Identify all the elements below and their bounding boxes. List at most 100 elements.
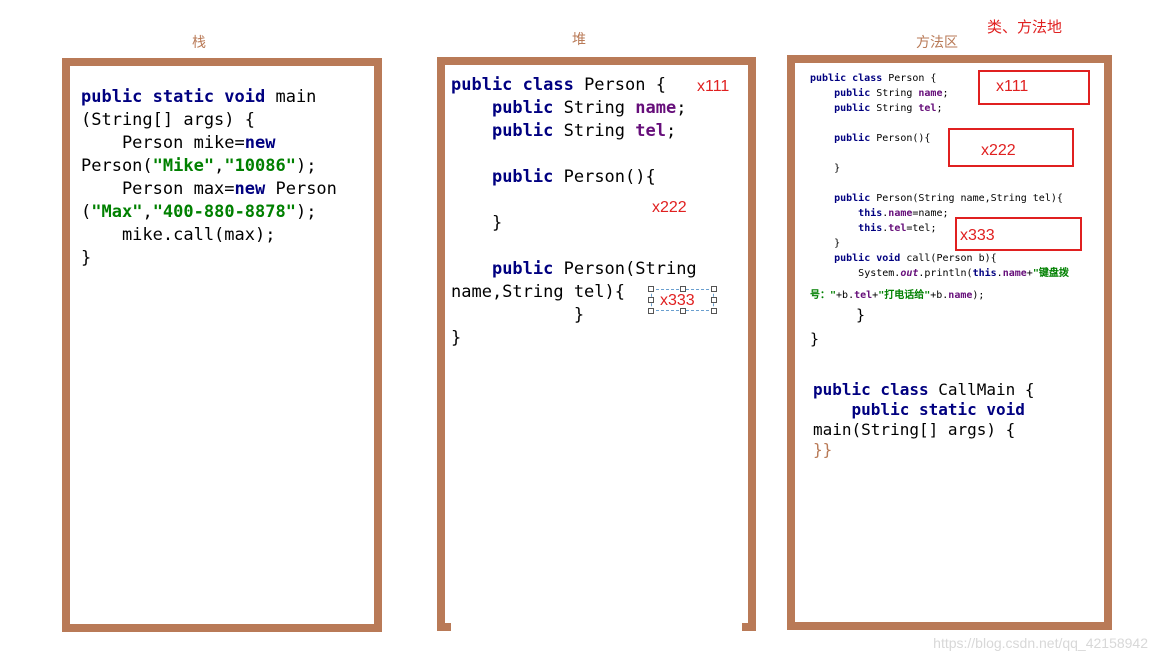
- method-line-8-keyword: this: [858, 223, 883, 234]
- method-line-5: }: [810, 163, 841, 174]
- heap-line-9: }: [451, 328, 462, 348]
- callmain-line-3: main(String[] args) {: [813, 420, 1016, 439]
- method-line-11-keyword: this: [972, 268, 997, 279]
- method-line-10-keyword: public void: [834, 253, 901, 264]
- heap-line-7: name,String tel){: [451, 282, 625, 302]
- method-line-12-string-1: 号：": [810, 290, 837, 301]
- handle-ml: [648, 297, 654, 303]
- handle-mr: [711, 297, 717, 303]
- stack-label: 栈: [192, 35, 206, 51]
- heap-line-3-type: String: [553, 121, 636, 141]
- method-line-7-keyword: this: [858, 208, 883, 219]
- heap-box-bottom-left: [437, 623, 451, 631]
- heap-label: 堆: [572, 32, 586, 48]
- stack-line-3: Person mike=: [81, 133, 245, 153]
- heap-line-6-keyword: public: [491, 259, 554, 279]
- heap-line-2-type: String: [553, 98, 636, 118]
- callmain-line-1-keyword: public class: [813, 380, 929, 399]
- stack-line-6-end: );: [295, 202, 317, 222]
- stack-line-4-string-1: "Mike": [152, 156, 215, 176]
- stack-line-5: Person max=: [81, 179, 235, 199]
- method-line-11: System.: [858, 268, 901, 279]
- callmain-code: public class CallMain { public static vo…: [813, 380, 1035, 460]
- stack-line-3-keyword: new: [244, 133, 276, 153]
- method-x111-tag: x111: [996, 78, 1029, 95]
- stack-line-5-keyword: new: [234, 179, 266, 199]
- method-line-11-out: out: [900, 268, 919, 279]
- method-line-2-keyword: public: [834, 88, 871, 99]
- heap-line-2-keyword: public: [491, 98, 554, 118]
- method-line-2-field: name: [918, 88, 943, 99]
- heap-line-4: Person(){: [553, 167, 656, 187]
- stack-line-6-string-2: "400-880-8878": [152, 202, 296, 222]
- method-area-label: 方法区: [916, 35, 958, 51]
- method-line-12-string-2: "打电话给": [878, 290, 931, 301]
- stack-line-2: (String[] args) {: [81, 110, 255, 130]
- method-line-8-field: tel: [888, 223, 907, 234]
- method-line-7-field: name: [888, 208, 913, 219]
- callmain-line-4: }}: [813, 440, 833, 459]
- handle-br: [711, 308, 717, 314]
- method-line-4: Person(){: [870, 133, 931, 144]
- heap-line-8: }: [451, 305, 585, 325]
- callmain-line-1: CallMain {: [928, 380, 1035, 399]
- stack-line-5-rest: Person: [265, 179, 337, 199]
- heap-line-3-end: ;: [665, 121, 677, 141]
- handle-bl: [648, 308, 654, 314]
- method-line-12-end: );: [972, 290, 985, 301]
- watermark: https://blog.csdn.net/qq_42158942: [933, 635, 1148, 651]
- heap-line-3-field: tel: [635, 121, 666, 141]
- stack-code: public static void main (String[] args) …: [81, 86, 337, 270]
- heap-line-1: Person {: [573, 75, 666, 95]
- method-line-7: =name;: [912, 208, 949, 219]
- stack-line-4-comma: ,: [214, 156, 225, 176]
- stack-line-7: mike.call(max);: [81, 225, 276, 245]
- method-line-4-keyword: public: [834, 133, 871, 144]
- method-area-code-2: 号："+b.tel+"打电话给"+b.name);: [810, 288, 984, 303]
- stack-line-1: main: [265, 87, 317, 107]
- heap-line-3-keyword: public: [491, 121, 554, 141]
- heap-line-2-field: name: [635, 98, 677, 118]
- method-line-12-field-2: name: [948, 290, 973, 301]
- handle-tl: [648, 286, 654, 292]
- callmain-line-2-keyword: public static void: [851, 400, 1025, 419]
- method-x333-tag: x333: [960, 227, 995, 244]
- method-line-11-string: "键盘拨: [1032, 268, 1069, 279]
- method-line-6: Person(String name,String tel){: [870, 193, 1063, 204]
- method-line-11-println: .println(: [918, 268, 973, 279]
- method-x111-box: [978, 70, 1090, 105]
- method-line-3-end: ;: [936, 103, 943, 114]
- method-line-2-end: ;: [942, 88, 949, 99]
- method-line-2-type: String: [870, 88, 919, 99]
- method-line-12-b2: +b.: [930, 290, 949, 301]
- method-line-12-b: +b.: [836, 290, 855, 301]
- method-line-6-keyword: public: [834, 193, 871, 204]
- method-line-11-field: name: [1002, 268, 1027, 279]
- method-line-1: Person {: [882, 73, 937, 84]
- stack-line-4-string-2: "10086": [224, 156, 296, 176]
- method-line-10: call(Person b){: [900, 253, 997, 264]
- method-line-12-field: tel: [854, 290, 873, 301]
- stack-line-6-string-1: "Max": [91, 202, 143, 222]
- method-line-1-keyword: public class: [810, 73, 883, 84]
- stack-line-4-end: );: [295, 156, 317, 176]
- method-line-14: }: [810, 330, 820, 348]
- method-line-3-type: String: [870, 103, 919, 114]
- stack-line-1-keyword: public static void: [81, 87, 266, 107]
- method-line-13: }: [856, 306, 866, 324]
- method-line-3-keyword: public: [834, 103, 871, 114]
- heap-line-4-keyword: public: [491, 167, 554, 187]
- heap-line-5: }: [451, 213, 503, 233]
- stack-line-4: Person(: [81, 156, 153, 176]
- stack-line-6-comma: ,: [142, 202, 153, 222]
- method-x222-tag: x222: [981, 142, 1016, 159]
- heap-x333-tag: x333: [660, 292, 695, 309]
- method-line-3-field: tel: [918, 103, 937, 114]
- class-method-area-label: 类、方法地: [987, 18, 1063, 36]
- method-line-9: }: [810, 238, 841, 249]
- heap-x222-tag: x222: [652, 199, 687, 216]
- heap-line-2-end: ;: [676, 98, 687, 118]
- heap-line-6: Person(String: [553, 259, 697, 279]
- heap-x111-tag: x111: [697, 78, 730, 95]
- heap-box-bottom-right: [742, 623, 756, 631]
